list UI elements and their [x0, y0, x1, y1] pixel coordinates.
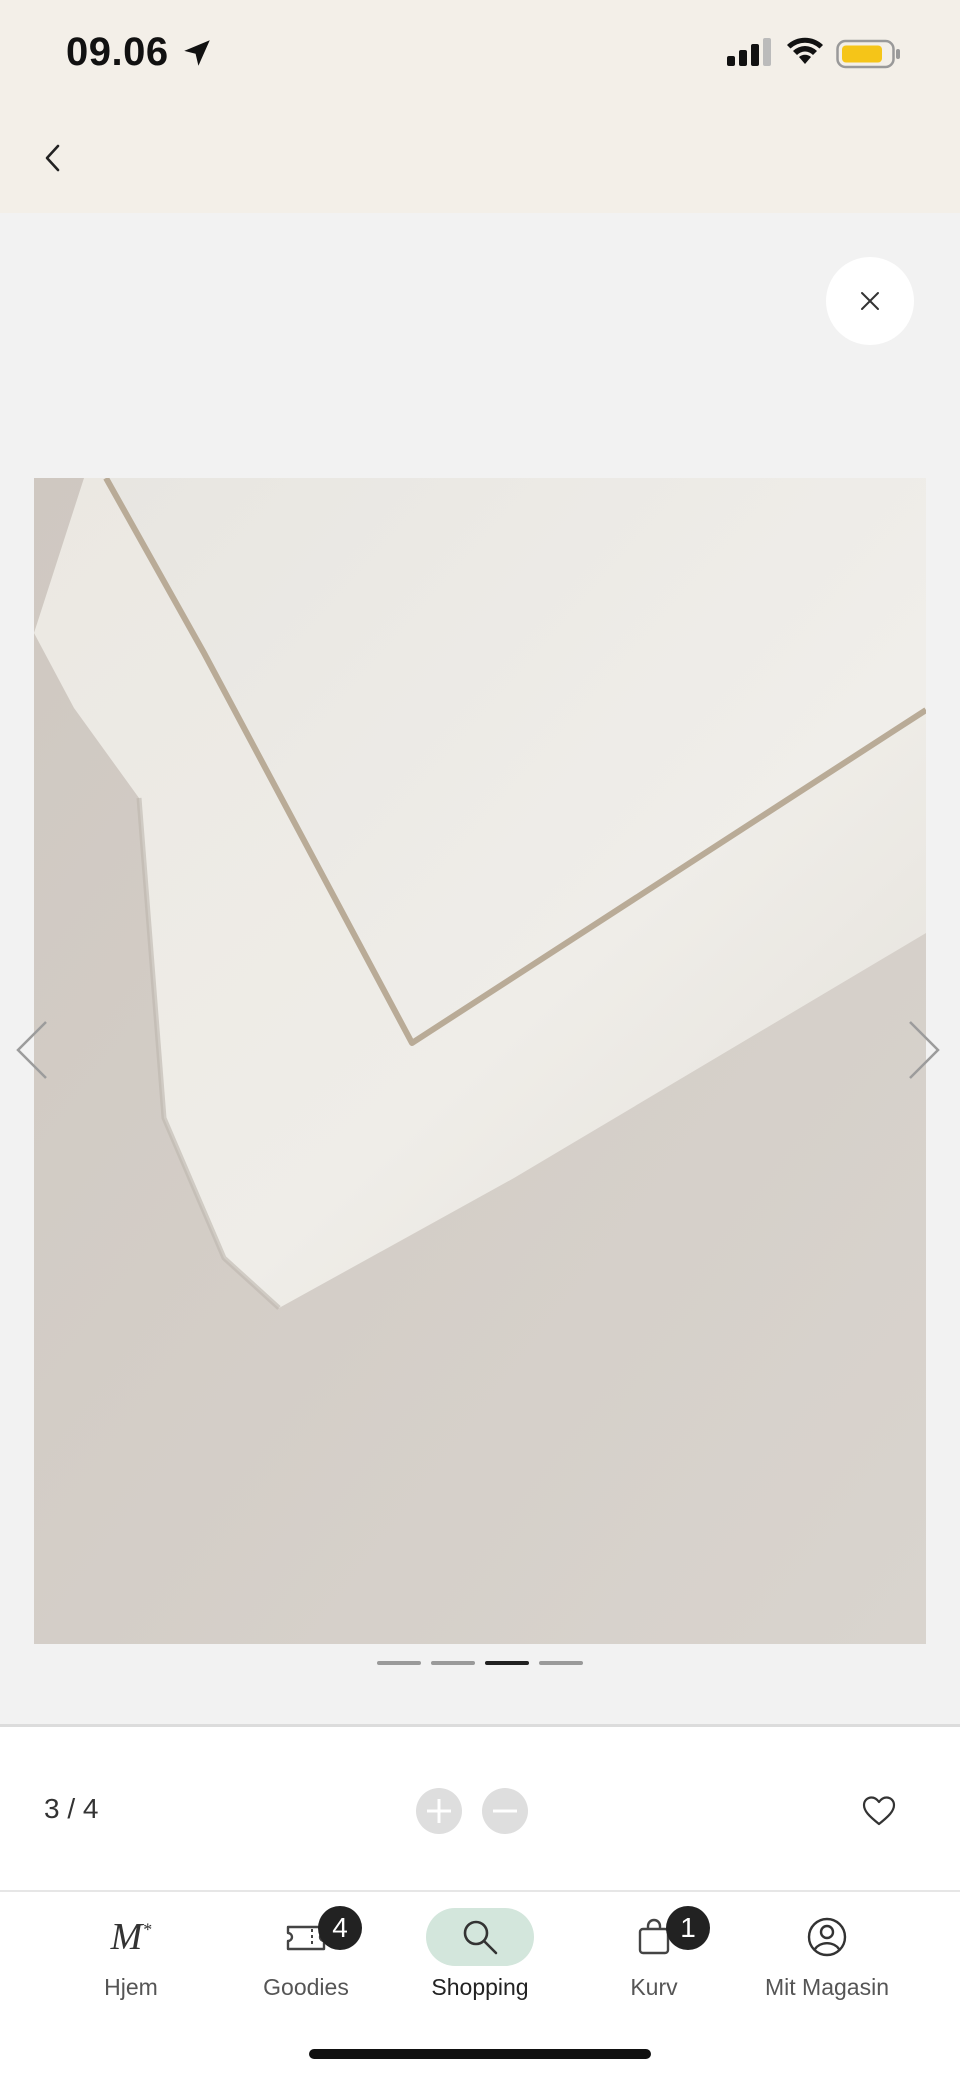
tab-goodies[interactable]: 4 Goodies [216, 1892, 396, 2012]
home-indicator [309, 2049, 651, 2059]
close-gallery-button[interactable] [826, 257, 914, 345]
tab-label: Hjem [104, 1974, 158, 2000]
zoom-in-button[interactable] [416, 1788, 462, 1834]
ticket-icon: 4 [252, 1906, 362, 1966]
cart-badge: 1 [666, 1906, 710, 1950]
back-chevron-icon[interactable] [38, 140, 68, 176]
status-and-header-bar: 09.06 [0, 0, 960, 213]
tab-label: Goodies [263, 1974, 349, 2000]
image-counter: 3 / 4 [44, 1793, 99, 1824]
tab-label: Mit Magasin [765, 1974, 889, 2000]
pillowcase-photo [34, 478, 926, 1644]
previous-image-chevron-icon[interactable] [14, 1018, 50, 1082]
pagination-dot[interactable] [377, 1661, 421, 1665]
tab-mit-magasin[interactable]: Mit Magasin [737, 1892, 917, 2012]
pagination-dot[interactable] [431, 1661, 475, 1665]
minus-icon [493, 1809, 517, 1813]
favorite-heart-icon[interactable] [862, 1795, 896, 1827]
search-icon [426, 1908, 534, 1966]
close-icon [861, 292, 879, 310]
tab-hjem[interactable]: M* Hjem [41, 1892, 221, 2012]
wifi-icon [787, 37, 823, 64]
cellular-signal-icon [727, 38, 771, 66]
location-arrow-icon [184, 40, 210, 66]
shopping-bag-icon: 1 [600, 1906, 710, 1966]
tab-kurv[interactable]: 1 Kurv [564, 1892, 744, 2012]
gallery-pagination [0, 1661, 960, 1667]
magasin-logo-icon: M* [110, 1916, 152, 1958]
gallery-controls: 3 / 4 [0, 1727, 960, 1890]
product-image[interactable] [34, 478, 926, 1644]
next-image-chevron-icon[interactable] [906, 1018, 942, 1082]
zoom-out-button[interactable] [482, 1788, 528, 1834]
plus-icon [427, 1799, 451, 1823]
tab-shopping[interactable]: Shopping [390, 1892, 570, 2012]
status-time: 09.06 [66, 30, 169, 74]
account-icon [773, 1908, 881, 1966]
pagination-dot-active[interactable] [485, 1661, 529, 1665]
pagination-dot[interactable] [539, 1661, 583, 1665]
goodies-badge: 4 [318, 1906, 362, 1950]
tab-label: Kurv [630, 1974, 678, 2000]
tab-label: Shopping [431, 1974, 529, 2000]
battery-icon [836, 39, 900, 69]
